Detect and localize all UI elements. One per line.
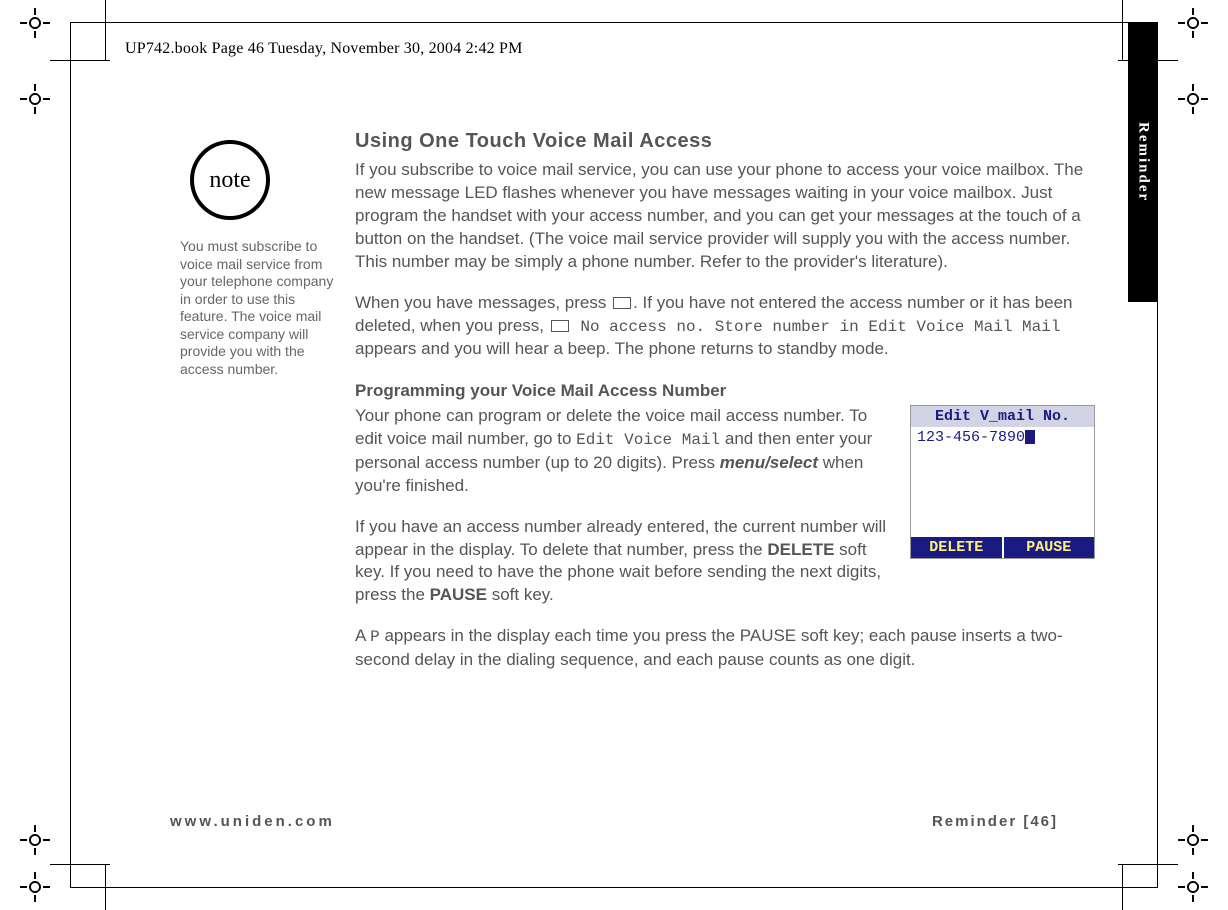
- registration-mark-icon: [20, 825, 50, 855]
- softkey-delete: DELETE: [911, 537, 1002, 558]
- crop-tick: [105, 0, 106, 60]
- text-run: When you have messages, press: [355, 293, 611, 312]
- display-text-code: P: [370, 628, 380, 646]
- lcd-softkeys: DELETE PAUSE: [911, 537, 1094, 558]
- section-tab: Reminder: [1128, 22, 1158, 302]
- heading-1: Using One Touch Voice Mail Access: [355, 130, 1095, 153]
- registration-mark-icon: [20, 84, 50, 114]
- crop-tick: [1118, 864, 1178, 865]
- registration-mark-icon: [1178, 8, 1208, 38]
- crop-tick: [50, 60, 110, 61]
- section-tab-label: Reminder: [1135, 122, 1152, 202]
- lcd-body: 123-456-7890: [911, 427, 1094, 537]
- crop-tick: [105, 865, 106, 910]
- paragraph: Your phone can program or delete the voi…: [355, 405, 892, 497]
- key-name: menu/select: [720, 453, 818, 472]
- note-sidebar: note You must subscribe to voice mail se…: [180, 140, 335, 378]
- note-badge-icon: note: [190, 140, 270, 220]
- paragraph: If you subscribe to voice mail service, …: [355, 159, 1095, 274]
- display-text-code: Edit Voice Mail: [576, 431, 720, 449]
- crop-line-top: [70, 22, 1158, 23]
- crop-tick: [1122, 0, 1123, 60]
- envelope-icon: [613, 297, 631, 309]
- registration-mark-icon: [1178, 84, 1208, 114]
- paragraph: A P appears in the display each time you…: [355, 625, 1095, 672]
- note-text: You must subscribe to voice mail service…: [180, 238, 335, 378]
- softkey-name: DELETE: [767, 540, 834, 559]
- crop-line-bottom: [70, 887, 1158, 888]
- text-run: soft key.: [487, 585, 554, 604]
- crop-tick: [1122, 865, 1123, 910]
- heading-2: Programming your Voice Mail Access Numbe…: [355, 381, 1095, 401]
- lcd-title: Edit V_mail No.: [911, 406, 1094, 427]
- text-run: appears in the display each time you pre…: [355, 626, 1063, 669]
- page-footer: www.uniden.com Reminder [46]: [170, 813, 1058, 830]
- running-head: UP742.book Page 46 Tuesday, November 30,…: [125, 40, 523, 58]
- crop-line-left: [70, 22, 71, 888]
- registration-mark-icon: [1178, 872, 1208, 902]
- display-text-code: No access no. Store number in Edit Voice…: [571, 318, 1061, 336]
- lcd-number: 123-456-7890: [917, 429, 1025, 446]
- footer-section-page: Reminder [46]: [932, 813, 1058, 830]
- text-run: appears and you will hear a beep. The ph…: [355, 339, 889, 358]
- registration-mark-icon: [1178, 825, 1208, 855]
- envelope-icon: [551, 320, 569, 332]
- footer-url: www.uniden.com: [170, 813, 335, 830]
- text-run: A: [355, 626, 370, 645]
- crop-tick: [50, 864, 110, 865]
- row-text-and-lcd: Your phone can program or delete the voi…: [355, 405, 1095, 625]
- paragraph: When you have messages, press . If you h…: [355, 292, 1095, 361]
- main-content: Using One Touch Voice Mail Access If you…: [355, 130, 1095, 690]
- softkey-pause: PAUSE: [1002, 537, 1095, 558]
- registration-mark-icon: [20, 872, 50, 902]
- paragraph: If you have an access number already ent…: [355, 516, 892, 608]
- cursor-icon: [1025, 430, 1035, 444]
- lcd-mockup: Edit V_mail No. 123-456-7890 DELETE PAUS…: [910, 405, 1095, 559]
- registration-mark-icon: [20, 8, 50, 38]
- softkey-name: PAUSE: [430, 585, 487, 604]
